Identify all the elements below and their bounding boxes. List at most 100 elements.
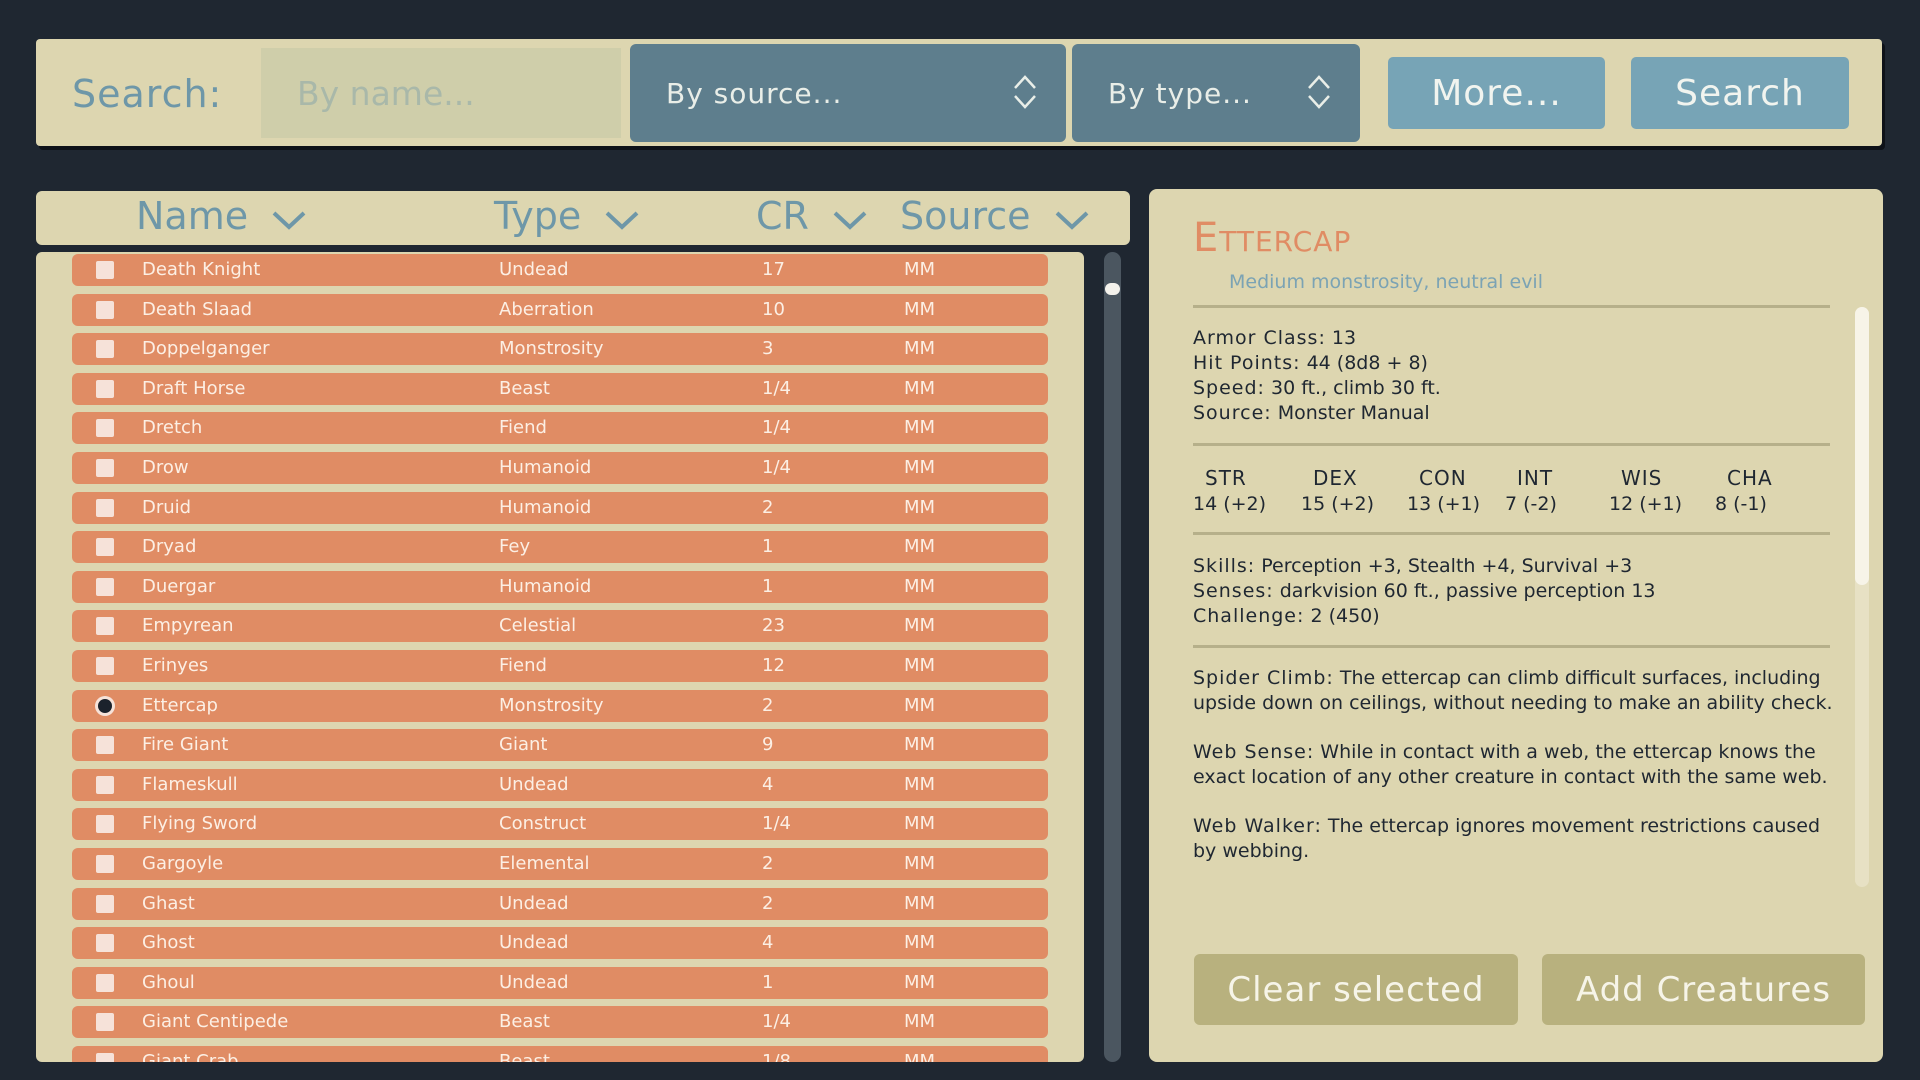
creature-row[interactable]: Dryad Fey 1 MM — [72, 531, 1048, 564]
creature-row[interactable]: Death Slaad Aberration 10 MM — [72, 293, 1048, 326]
creature-row[interactable]: Gargoyle Elemental 2 MM — [72, 848, 1048, 880]
creature-row[interactable]: Empyrean Celestial 23 MM — [72, 610, 1048, 643]
sort-name-header[interactable]: Name — [136, 194, 308, 238]
select-checkbox[interactable] — [96, 894, 114, 913]
select-checkbox[interactable] — [96, 459, 114, 477]
select-checkbox[interactable] — [96, 379, 114, 398]
detail-scrollbar-thumb[interactable] — [1855, 307, 1869, 585]
select-checkbox[interactable] — [96, 775, 114, 794]
search-label: Search: — [72, 72, 223, 116]
creature-row[interactable]: Erinyes Fiend 12 MM — [72, 650, 1048, 682]
divider — [1193, 645, 1830, 648]
armor-class-label: Armor Class: — [1193, 327, 1326, 349]
creature-source: MM — [904, 298, 936, 320]
trait-name: Web Walker: — [1193, 815, 1322, 837]
creature-cr: 9 — [762, 734, 774, 756]
list-scrollbar-thumb[interactable] — [1105, 283, 1120, 295]
creature-cr: 1 — [762, 536, 774, 558]
select-checkbox[interactable] — [96, 498, 114, 517]
creature-row[interactable]: Ghast Undead 2 MM — [72, 887, 1048, 920]
creature-row[interactable]: Doppelganger Monstrosity 3 MM — [72, 333, 1048, 366]
creature-cr: 1 — [762, 575, 774, 597]
chevron-down-icon — [833, 211, 867, 230]
select-checkbox[interactable] — [96, 538, 114, 557]
creature-type: Undead — [499, 971, 569, 993]
creature-row[interactable]: Druid Humanoid 2 MM — [72, 491, 1048, 524]
creature-row[interactable]: Ghost Undead 4 MM — [72, 927, 1048, 960]
source-select[interactable]: By source... — [630, 44, 1066, 142]
creature-row[interactable]: Flameskull Undead 4 MM — [72, 768, 1048, 801]
creature-type: Humanoid — [499, 575, 592, 597]
search-bar: Search: By source... By type... More... … — [36, 39, 1882, 146]
select-checkbox[interactable] — [96, 1013, 114, 1032]
creature-row[interactable]: Ghoul Undead 1 MM — [72, 966, 1048, 999]
creature-cr: 1/4 — [762, 457, 791, 478]
select-checkbox[interactable] — [96, 973, 114, 992]
skills-label: Skills: — [1193, 555, 1256, 577]
creature-source: MM — [904, 853, 936, 874]
creature-source: MM — [904, 536, 936, 558]
creature-name: Draft Horse — [142, 377, 246, 399]
divider — [1193, 532, 1830, 535]
select-checkbox[interactable] — [96, 340, 114, 359]
selected-radio[interactable] — [95, 695, 115, 716]
creature-cr: 2 — [762, 694, 774, 716]
sort-type-header[interactable]: Type — [494, 194, 641, 238]
creature-name: Empyrean — [142, 615, 234, 637]
creature-cr: 1/8 — [762, 1051, 791, 1062]
list-scrollbar[interactable] — [1104, 252, 1121, 1062]
select-checkbox[interactable] — [96, 855, 114, 873]
creature-source: MM — [904, 655, 936, 676]
creature-row[interactable]: Death Knight Undead 17 MM — [72, 254, 1048, 286]
clear-selected-button[interactable]: Clear selected — [1194, 954, 1518, 1025]
select-checkbox[interactable] — [96, 736, 114, 755]
name-search-input[interactable] — [261, 48, 621, 138]
select-checkbox[interactable] — [96, 1053, 114, 1062]
add-creatures-button[interactable]: Add Creatures — [1542, 954, 1865, 1025]
creature-source: MM — [904, 575, 936, 597]
basic-stats: Armor Class: 13 Hit Points: 44 (8d8 + 8)… — [1193, 326, 1441, 426]
creature-row[interactable]: Ettercap Monstrosity 2 MM — [72, 689, 1048, 722]
sort-cr-header[interactable]: CR — [756, 194, 869, 238]
ability-value: 7 (-2) — [1505, 493, 1557, 515]
creature-row[interactable]: Giant Centipede Beast 1/4 MM — [72, 1006, 1048, 1039]
search-button[interactable]: Search — [1631, 57, 1849, 129]
creature-cr: 4 — [762, 773, 774, 795]
creature-row[interactable]: Draft Horse Beast 1/4 MM — [72, 372, 1048, 405]
creature-row[interactable]: Giant Crab Beast 1/8 MM — [72, 1046, 1048, 1062]
creature-source: MM — [904, 734, 936, 756]
ability-value: 15 (+2) — [1301, 493, 1375, 515]
creature-row[interactable]: Drow Humanoid 1/4 MM — [72, 452, 1048, 484]
ability-wis: WIS 12 (+1) — [1609, 465, 1682, 517]
select-checkbox[interactable] — [96, 617, 114, 636]
select-checkbox[interactable] — [96, 419, 114, 438]
creature-type: Undead — [499, 932, 569, 954]
select-checkbox[interactable] — [96, 261, 114, 279]
creature-type: Humanoid — [499, 496, 592, 518]
ability-value: 14 (+2) — [1193, 493, 1267, 515]
column-type-label: Type — [494, 194, 582, 238]
creature-name: Flying Sword — [142, 813, 258, 835]
ability-value: 13 (+1) — [1407, 493, 1481, 515]
creature-type: Celestial — [499, 615, 577, 637]
select-checkbox[interactable] — [96, 300, 114, 319]
creature-row[interactable]: Flying Sword Construct 1/4 MM — [72, 808, 1048, 841]
creature-cr: 3 — [762, 338, 774, 360]
more-button[interactable]: More... — [1388, 57, 1605, 129]
creature-name: Duergar — [142, 575, 216, 597]
type-select[interactable]: By type... — [1072, 44, 1360, 142]
select-checkbox[interactable] — [96, 577, 114, 596]
ability-name: CON — [1419, 466, 1467, 490]
creature-row[interactable]: Duergar Humanoid 1 MM — [72, 570, 1048, 603]
creature-type: Giant — [499, 734, 548, 756]
creature-cr: 4 — [762, 932, 774, 954]
ability-con: CON 13 (+1) — [1407, 465, 1480, 517]
creature-row[interactable]: Dretch Fiend 1/4 MM — [72, 412, 1048, 445]
select-checkbox[interactable] — [96, 657, 114, 675]
speed-label: Speed: — [1193, 377, 1265, 399]
select-checkbox[interactable] — [96, 815, 114, 834]
chevron-down-icon — [272, 211, 306, 230]
creature-row[interactable]: Fire Giant Giant 9 MM — [72, 729, 1048, 762]
select-checkbox[interactable] — [96, 934, 114, 953]
sort-source-header[interactable]: Source — [900, 194, 1091, 238]
